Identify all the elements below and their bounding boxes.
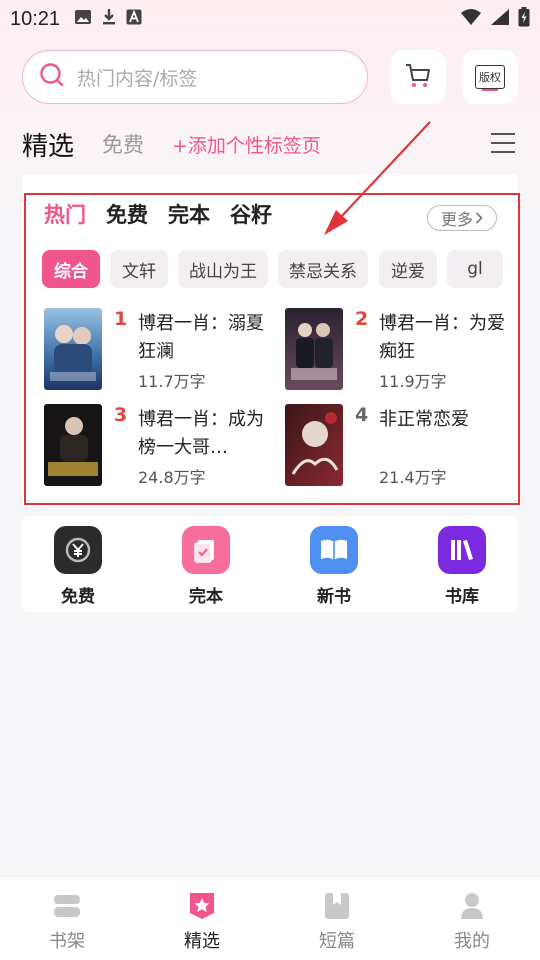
tab-selected[interactable]: 精选 xyxy=(22,126,74,163)
bottom-nav: 书架 精选 短篇 我的 xyxy=(0,876,540,960)
copyright-button[interactable]: 版权 xyxy=(462,50,518,104)
shortcut-library[interactable]: 书库 xyxy=(422,526,502,607)
shortcut-card: 免费 完本 新书 书库 xyxy=(22,516,518,612)
shortcut-completed[interactable]: 完本 xyxy=(166,526,246,607)
short-story-icon xyxy=(320,889,354,923)
library-icon xyxy=(438,526,486,574)
shortcut-label: 新书 xyxy=(317,587,351,607)
search-placeholder: 热门内容/标签 xyxy=(77,67,198,90)
nav-bookshelf[interactable]: 书架 xyxy=(22,889,112,953)
copyright-label: 版权 xyxy=(479,71,501,84)
status-time: 10:21 xyxy=(10,7,61,30)
nav-label: 短篇 xyxy=(319,931,355,952)
status-bar: 10:21 xyxy=(0,0,540,38)
nav-label: 我的 xyxy=(454,931,490,952)
font-app-icon xyxy=(126,9,142,29)
gallery-icon xyxy=(74,9,92,29)
shortcut-label: 书库 xyxy=(445,587,479,607)
top-tabs: 精选 免费 +添加个性标签页 xyxy=(22,124,518,164)
cart-icon xyxy=(403,60,433,94)
annotation-highlight-box xyxy=(24,193,520,505)
menu-icon[interactable] xyxy=(490,132,516,158)
shortcut-free[interactable]: 免费 xyxy=(38,526,118,607)
profile-icon xyxy=(455,889,489,923)
shortcut-label: 完本 xyxy=(189,587,223,607)
search-input[interactable]: 热门内容/标签 xyxy=(22,50,368,104)
search-row: 热门内容/标签 版权 xyxy=(22,50,518,106)
download-icon xyxy=(101,8,117,30)
completed-icon xyxy=(182,526,230,574)
shortcut-label: 免费 xyxy=(61,587,95,607)
add-tag-page-link[interactable]: +添加个性标签页 xyxy=(172,131,321,158)
search-icon xyxy=(39,62,65,92)
signal-icon xyxy=(490,8,510,30)
featured-star-icon xyxy=(185,889,219,923)
tab-free[interactable]: 免费 xyxy=(102,129,144,159)
open-book-icon xyxy=(310,526,358,574)
bookshelf-icon xyxy=(50,889,84,923)
cart-button[interactable] xyxy=(390,50,446,104)
yen-icon xyxy=(54,526,102,574)
nav-profile[interactable]: 我的 xyxy=(427,889,517,953)
nav-short-stories[interactable]: 短篇 xyxy=(292,889,382,953)
nav-featured[interactable]: 精选 xyxy=(157,889,247,953)
copyright-icon: 版权 xyxy=(475,65,505,91)
nav-label: 精选 xyxy=(184,931,220,952)
nav-label: 书架 xyxy=(49,931,85,952)
shortcut-new-books[interactable]: 新书 xyxy=(294,526,374,607)
wifi-icon xyxy=(460,8,482,30)
battery-icon xyxy=(518,7,530,31)
